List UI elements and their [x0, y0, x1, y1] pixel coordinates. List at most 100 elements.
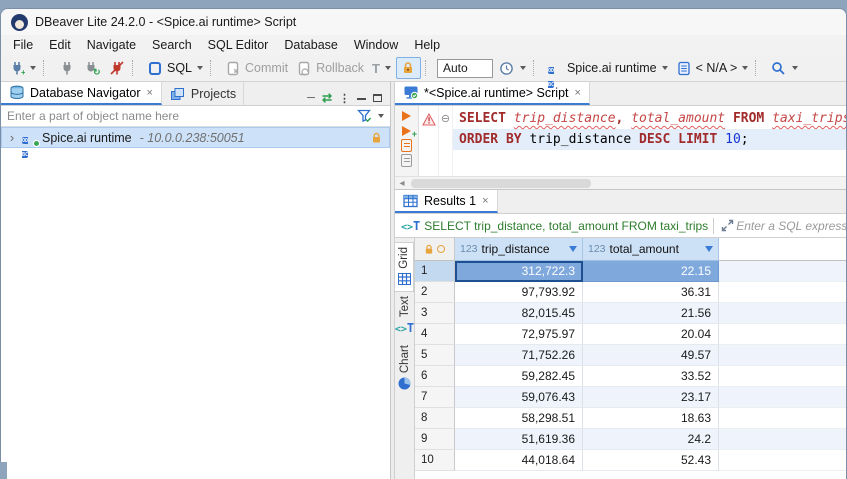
object-name-filter-input[interactable]	[1, 106, 350, 126]
sql-line[interactable]: SELECT trip_distance, total_amount FROM …	[453, 108, 846, 129]
grid-cell[interactable]: 52.43	[583, 450, 719, 471]
tree-item-connection[interactable]: › ODBC Spice.ai runtime - 10.0.0.238:500…	[1, 127, 390, 148]
active-connection-combo[interactable]: ODBC Spice.ai runtime	[545, 57, 671, 79]
editor-hscrollbar[interactable]: ◂	[395, 176, 846, 189]
scroll-left-icon[interactable]: ◂	[395, 178, 409, 189]
chevron-down-icon[interactable]	[662, 66, 668, 70]
transaction-mode-button[interactable]: T	[369, 57, 394, 79]
tab-results-1[interactable]: Results 1 ×	[395, 190, 498, 213]
active-database-combo[interactable]: < N/A >	[673, 57, 752, 79]
grid-cell[interactable]: 20.04	[583, 324, 719, 345]
tab-projects[interactable]: Projects	[162, 82, 244, 105]
row-number[interactable]: 8	[415, 408, 455, 429]
auto-commit-combo[interactable]: Auto	[437, 59, 493, 78]
new-connection-button[interactable]: +	[5, 57, 39, 79]
tab-chart[interactable]: Chart	[395, 341, 414, 396]
row-number[interactable]: 5	[415, 345, 455, 366]
grid-cell[interactable]: 22.15	[583, 261, 719, 282]
column-header-total-amount[interactable]: 123 total_amount	[583, 238, 719, 261]
chevron-down-icon[interactable]	[197, 66, 203, 70]
grid-cell[interactable]: 23.17	[583, 387, 719, 408]
menu-item-database[interactable]: Database	[276, 35, 346, 55]
tab-database-navigator[interactable]: Database Navigator ×	[1, 82, 162, 105]
sort-desc-icon[interactable]	[569, 246, 577, 252]
row-number[interactable]: 6	[415, 366, 455, 387]
grid-icon	[398, 273, 411, 285]
tab-script-editor[interactable]: *<Spice.ai runtime> Script ×	[395, 82, 590, 105]
tab-grid[interactable]: Grid	[395, 242, 414, 292]
view-menu-icon[interactable]: ⋮	[339, 92, 350, 105]
grid-corner-cell[interactable]	[415, 238, 455, 261]
menu-item-window[interactable]: Window	[346, 35, 406, 55]
grid-cell[interactable]: 71,752.26	[455, 345, 583, 366]
row-number[interactable]: 7	[415, 387, 455, 408]
close-icon[interactable]: ×	[481, 195, 489, 207]
fold-marker[interactable]: ⊖	[439, 109, 452, 130]
menu-item-file[interactable]: File	[5, 35, 41, 55]
expand-filter-icon[interactable]	[719, 217, 736, 234]
commit-button[interactable]: Commit	[222, 57, 291, 79]
chevron-down-icon[interactable]	[742, 66, 748, 70]
sql-text-area[interactable]: SELECT trip_distance, total_amount FROM …	[453, 106, 846, 176]
filter-settings-button[interactable]	[350, 108, 390, 125]
collapse-all-icon[interactable]: ─	[307, 92, 315, 104]
rollback-button[interactable]: Rollback	[293, 57, 367, 79]
execute-statement-button[interactable]	[402, 109, 411, 122]
grid-cell[interactable]: 97,793.92	[455, 282, 583, 303]
menu-item-navigate[interactable]: Navigate	[79, 35, 144, 55]
grid-cell[interactable]: 82,015.45	[455, 303, 583, 324]
chevron-down-icon[interactable]	[378, 114, 384, 118]
grid-cell[interactable]: 51,619.36	[455, 429, 583, 450]
row-number[interactable]: 9	[415, 429, 455, 450]
grid-cell[interactable]: 21.56	[583, 303, 719, 324]
transaction-log-button[interactable]	[495, 57, 529, 79]
minimize-icon[interactable]	[357, 97, 366, 100]
execute-new-tab-button[interactable]: +	[402, 124, 411, 137]
close-icon[interactable]: ×	[574, 87, 582, 99]
chevron-down-icon[interactable]	[520, 66, 526, 70]
grid-cell[interactable]: 18.63	[583, 408, 719, 429]
row-number[interactable]: 3	[415, 303, 455, 324]
disconnect-button[interactable]	[105, 57, 128, 79]
row-number[interactable]: 10	[415, 450, 455, 471]
chevron-down-icon[interactable]	[792, 66, 798, 70]
menu-item-search[interactable]: Search	[144, 35, 200, 55]
execute-script-disabled-button[interactable]	[401, 154, 412, 167]
search-button[interactable]	[767, 57, 801, 79]
row-number[interactable]: 2	[415, 282, 455, 303]
reconnect-button[interactable]: ↻	[80, 57, 103, 79]
close-icon[interactable]: ×	[145, 87, 153, 99]
sql-line[interactable]: ORDER BY trip_distance DESC LIMIT 10;	[453, 129, 846, 150]
grid-cell[interactable]: 49.57	[583, 345, 719, 366]
grid-cell[interactable]: 312,722.3	[455, 261, 583, 282]
grid-cell[interactable]: 72,975.97	[455, 324, 583, 345]
scrollbar-thumb[interactable]	[411, 179, 591, 188]
grid-cell[interactable]: 36.31	[583, 282, 719, 303]
link-with-editor-icon[interactable]: ⇄	[322, 91, 332, 105]
maximize-icon[interactable]	[373, 94, 382, 102]
execute-script-button[interactable]	[401, 139, 412, 152]
grid-cell[interactable]: 59,076.43	[455, 387, 583, 408]
grid-cell[interactable]: 33.52	[583, 366, 719, 387]
grid-cell[interactable]: 58,298.51	[455, 408, 583, 429]
sql-editor-button[interactable]: SQL	[144, 57, 206, 79]
grid-cell[interactable]: 24.2	[583, 429, 719, 450]
grid-cell[interactable]: 44,018.64	[455, 450, 583, 471]
menu-item-edit[interactable]: Edit	[41, 35, 79, 55]
fold-margin[interactable]: ⊖	[439, 106, 453, 176]
tab-text[interactable]: Text <>T	[395, 292, 414, 341]
grid-cell[interactable]: 59,282.45	[455, 366, 583, 387]
chevron-down-icon[interactable]	[385, 66, 391, 70]
menu-item-sql-editor[interactable]: SQL Editor	[200, 35, 277, 55]
result-filter-input[interactable]	[736, 219, 846, 233]
row-number[interactable]: 4	[415, 324, 455, 345]
row-number[interactable]: 1	[415, 261, 455, 282]
connect-button[interactable]	[55, 57, 78, 79]
menu-item-help[interactable]: Help	[406, 35, 448, 55]
connection-lock-button[interactable]	[396, 57, 421, 79]
column-header-trip-distance[interactable]: 123 trip_distance	[455, 238, 583, 261]
fold-marker[interactable]	[439, 130, 452, 151]
chevron-down-icon[interactable]	[30, 66, 36, 70]
expander-icon[interactable]: ›	[6, 130, 18, 145]
sort-desc-icon[interactable]	[705, 246, 713, 252]
